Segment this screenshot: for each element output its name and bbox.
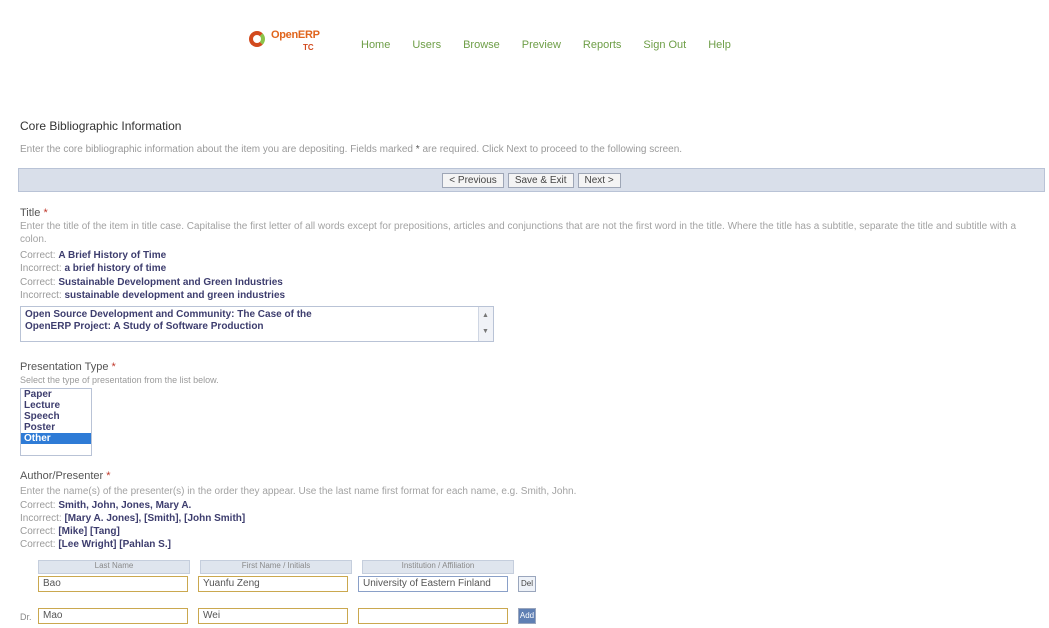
author-first-name-input[interactable]: Yuanfu Zeng [198, 576, 348, 592]
type-option-paper[interactable]: Paper [21, 389, 91, 400]
title-example-1: Correct: A Brief History of Time [20, 250, 167, 261]
type-help: Select the type of presentation from the… [20, 375, 219, 385]
previous-button[interactable]: < Previous [442, 172, 504, 188]
author-last-name-input[interactable]: Mao [38, 608, 188, 624]
nav-reports[interactable]: Reports [583, 39, 622, 51]
site-header: OpenERP TC Home Users Browse Preview Rep… [245, 20, 731, 60]
logo-text: OpenERP [271, 29, 320, 41]
page-title: Core Bibliographic Information [20, 119, 182, 133]
nav-users[interactable]: Users [412, 39, 441, 51]
presentation-type-list[interactable]: Paper Lecture Speech Poster Other [20, 388, 92, 456]
scroll-down-icon[interactable]: ▼ [482, 326, 489, 338]
site-logo[interactable]: OpenERP TC [245, 23, 355, 57]
title-field[interactable]: Open Source Development and Community: T… [20, 306, 494, 342]
authors-example-1: Correct: Smith, John, Jones, Mary A. [20, 500, 192, 511]
main-nav: Home Users Browse Preview Reports Sign O… [361, 39, 731, 51]
nav-browse[interactable]: Browse [463, 39, 500, 51]
title-example-4: Incorrect: sustainable development and g… [20, 290, 286, 301]
title-example-3: Correct: Sustainable Development and Gre… [20, 277, 283, 288]
type-heading: Presentation Type * [20, 361, 116, 373]
author-first-name-input[interactable]: Wei [198, 608, 348, 624]
authors-example-2: Incorrect: [Mary A. Jones], [Smith], [Jo… [20, 513, 246, 524]
next-button[interactable]: Next > [577, 172, 621, 188]
author-institution-input[interactable]: University of Eastern Finland [358, 576, 508, 592]
author-last-name-input[interactable]: Bao [38, 576, 188, 592]
type-option-other[interactable]: Other [21, 433, 91, 444]
authors-heading: Author/Presenter * [20, 470, 111, 482]
title-help-1: Enter the title of the item in title cas… [20, 221, 1017, 245]
nav-help[interactable]: Help [708, 39, 731, 51]
authors-example-3: Correct: [Mike] [Tang] [20, 526, 120, 537]
nav-signout[interactable]: Sign Out [643, 39, 686, 51]
title-example-2: Incorrect: a brief history of time [20, 263, 167, 274]
save-exit-button[interactable]: Save & Exit [507, 172, 574, 188]
title-field-scrollbar[interactable]: ▲ ▼ [478, 307, 493, 341]
author-institution-input[interactable] [358, 608, 508, 624]
scroll-up-icon[interactable]: ▲ [482, 310, 489, 322]
add-author-button[interactable]: Add [518, 608, 536, 624]
type-option-speech[interactable]: Speech [21, 411, 91, 422]
authors-example-4: Correct: [Lee Wright] [Pahlan S.] [20, 539, 171, 550]
col-first-name: First Name / Initials [200, 560, 352, 574]
form-toolbar: < Previous Save & Exit Next > [18, 168, 1045, 192]
author-row-label: Dr. [20, 612, 32, 622]
nav-preview[interactable]: Preview [522, 39, 561, 51]
logo-subtext: TC [303, 43, 314, 52]
authors-table-header: Last Name First Name / Initials Institut… [38, 560, 514, 574]
col-institution: Institution / Affiliation [362, 560, 514, 574]
type-option-poster[interactable]: Poster [21, 422, 91, 433]
col-last-name: Last Name [38, 560, 190, 574]
type-option-lecture[interactable]: Lecture [21, 400, 91, 411]
intro-text: Enter the core bibliographic information… [20, 144, 683, 155]
authors-help: Enter the name(s) of the presenter(s) in… [20, 486, 577, 497]
nav-home[interactable]: Home [361, 39, 390, 51]
author-row: Mao Wei Add [38, 608, 536, 624]
title-heading: Title * [20, 207, 48, 219]
delete-author-button[interactable]: Del [518, 576, 536, 592]
logo-icon [249, 31, 265, 47]
author-row: Bao Yuanfu Zeng University of Eastern Fi… [38, 576, 536, 592]
